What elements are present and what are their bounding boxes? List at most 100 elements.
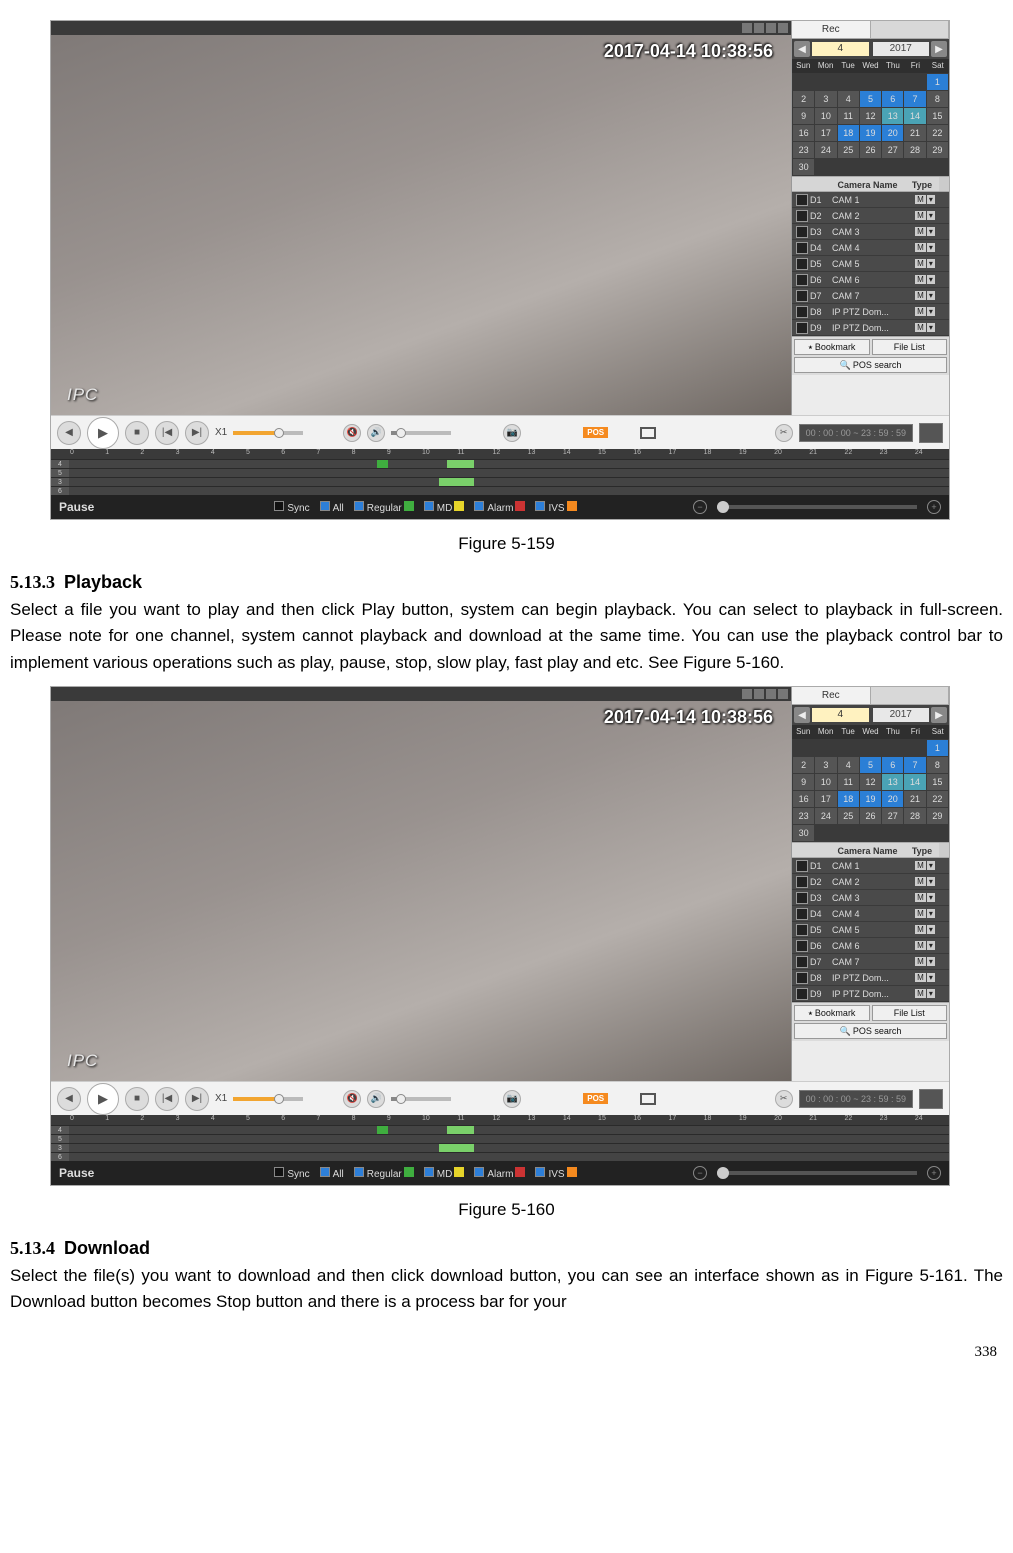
- timeline-row[interactable]: 3: [51, 477, 949, 486]
- all-toggle[interactable]: All: [320, 1167, 344, 1180]
- stop-button[interactable]: ■: [125, 1087, 149, 1111]
- md-toggle[interactable]: MD: [424, 501, 465, 514]
- camera-type[interactable]: M▾: [911, 893, 939, 902]
- rewind-button[interactable]: ◀: [57, 1087, 81, 1111]
- fullscreen-icon[interactable]: [640, 427, 656, 439]
- timeline-row[interactable]: 6: [51, 486, 949, 495]
- camera-type[interactable]: M▾: [911, 195, 939, 204]
- video-area[interactable]: 2017-04-14 10:38:56 IPC: [51, 21, 791, 415]
- next-arrow-icon[interactable]: ▶: [931, 707, 947, 723]
- calendar-day[interactable]: 8: [927, 91, 948, 107]
- camera-type[interactable]: M▾: [911, 291, 939, 300]
- calendar-year[interactable]: 2017: [873, 42, 930, 56]
- pos-search-button[interactable]: 🔍POS search: [794, 357, 947, 373]
- calendar-day[interactable]: 14: [904, 774, 925, 790]
- calendar-day[interactable]: 1: [927, 74, 948, 90]
- camera-checkbox[interactable]: [796, 892, 808, 904]
- timeline-row[interactable]: 4: [51, 1125, 949, 1134]
- clip-start-icon[interactable]: ✂: [775, 1090, 793, 1108]
- calendar-day[interactable]: 26: [860, 142, 881, 158]
- camera-checkbox[interactable]: [796, 306, 808, 318]
- sync-toggle[interactable]: Sync: [274, 501, 309, 514]
- camera-row[interactable]: D5CAM 5M▾: [792, 256, 949, 272]
- calendar-day[interactable]: 22: [927, 125, 948, 141]
- calendar-day[interactable]: 23: [793, 142, 814, 158]
- volume-button[interactable]: 🔊: [367, 424, 385, 442]
- calendar-day[interactable]: 4: [838, 757, 859, 773]
- ivs-toggle[interactable]: IVS: [535, 501, 576, 514]
- prev-arrow-icon[interactable]: ◀: [794, 41, 810, 57]
- calendar-day[interactable]: 19: [860, 791, 881, 807]
- camera-type[interactable]: M▾: [911, 925, 939, 934]
- calendar-day[interactable]: 3: [815, 757, 836, 773]
- prev-frame-button[interactable]: |◀: [155, 1087, 179, 1111]
- window-icon[interactable]: [754, 23, 764, 33]
- camera-row[interactable]: D6CAM 6M▾: [792, 938, 949, 954]
- camera-type[interactable]: M▾: [911, 957, 939, 966]
- camera-checkbox[interactable]: [796, 908, 808, 920]
- calendar-day[interactable]: 20: [882, 125, 903, 141]
- calendar-day[interactable]: 30: [793, 159, 814, 175]
- filelist-button[interactable]: File List: [872, 339, 948, 355]
- camera-row[interactable]: D2CAM 2M▾: [792, 208, 949, 224]
- ivs-toggle[interactable]: IVS: [535, 1167, 576, 1180]
- filelist-button[interactable]: File List: [872, 1005, 948, 1021]
- save-clip-button[interactable]: [919, 423, 943, 443]
- calendar-day[interactable]: 11: [838, 108, 859, 124]
- calendar-month[interactable]: 4: [812, 42, 869, 56]
- calendar-day[interactable]: 16: [793, 125, 814, 141]
- time-range-field[interactable]: 00 : 00 : 00 ~ 23 : 59 : 59: [799, 424, 913, 442]
- camera-type[interactable]: M▾: [911, 973, 939, 982]
- camera-checkbox[interactable]: [796, 258, 808, 270]
- camera-row[interactable]: D7CAM 7M▾: [792, 288, 949, 304]
- camera-checkbox[interactable]: [796, 940, 808, 952]
- video-area[interactable]: 2017-04-14 10:38:56 IPC: [51, 687, 791, 1081]
- camera-type[interactable]: M▾: [911, 909, 939, 918]
- camera-type[interactable]: M▾: [911, 227, 939, 236]
- calendar-day[interactable]: 13: [882, 108, 903, 124]
- calendar-year[interactable]: 2017: [873, 708, 930, 722]
- scroll-up-icon[interactable]: [939, 177, 949, 191]
- camera-type[interactable]: M▾: [911, 877, 939, 886]
- camera-row[interactable]: D8IP PTZ Dom...M▾: [792, 304, 949, 320]
- camera-row[interactable]: D4CAM 4M▾: [792, 240, 949, 256]
- alarm-toggle[interactable]: Alarm: [474, 1167, 525, 1180]
- calendar-day[interactable]: 3: [815, 91, 836, 107]
- play-button[interactable]: ▶: [87, 417, 119, 449]
- speed-slider[interactable]: [233, 431, 303, 435]
- calendar-day[interactable]: 5: [860, 91, 881, 107]
- camera-checkbox[interactable]: [796, 972, 808, 984]
- camera-type[interactable]: M▾: [911, 307, 939, 316]
- camera-checkbox[interactable]: [796, 924, 808, 936]
- timeline-row[interactable]: 4: [51, 459, 949, 468]
- tab-other[interactable]: [871, 21, 950, 38]
- pos-search-button[interactable]: 🔍POS search: [794, 1023, 947, 1039]
- calendar-day[interactable]: 21: [904, 791, 925, 807]
- calendar-day[interactable]: 6: [882, 757, 903, 773]
- zoom-slider[interactable]: [717, 1171, 917, 1175]
- pos-button[interactable]: POS: [583, 1093, 608, 1104]
- calendar-day[interactable]: 5: [860, 757, 881, 773]
- camera-row[interactable]: D3CAM 3M▾: [792, 890, 949, 906]
- calendar-day[interactable]: 15: [927, 774, 948, 790]
- calendar-month[interactable]: 4: [812, 708, 869, 722]
- window-icon[interactable]: [778, 23, 788, 33]
- next-frame-button[interactable]: ▶|: [185, 421, 209, 445]
- volume-slider[interactable]: [391, 431, 451, 435]
- calendar-day[interactable]: 12: [860, 108, 881, 124]
- calendar-day[interactable]: 17: [815, 791, 836, 807]
- calendar-day[interactable]: 10: [815, 774, 836, 790]
- camera-row[interactable]: D2CAM 2M▾: [792, 874, 949, 890]
- calendar-day[interactable]: 27: [882, 808, 903, 824]
- rewind-button[interactable]: ◀: [57, 421, 81, 445]
- bookmark-button[interactable]: ⭑Bookmark: [794, 339, 870, 355]
- stop-button[interactable]: ■: [125, 421, 149, 445]
- camera-type[interactable]: M▾: [911, 211, 939, 220]
- camera-row[interactable]: D8IP PTZ Dom...M▾: [792, 970, 949, 986]
- camera-checkbox[interactable]: [796, 956, 808, 968]
- tab-rec[interactable]: Rec: [792, 21, 871, 38]
- bookmark-button[interactable]: ⭑Bookmark: [794, 1005, 870, 1021]
- volume-mute-button[interactable]: 🔇: [343, 1090, 361, 1108]
- camera-checkbox[interactable]: [796, 274, 808, 286]
- calendar-day[interactable]: 13: [882, 774, 903, 790]
